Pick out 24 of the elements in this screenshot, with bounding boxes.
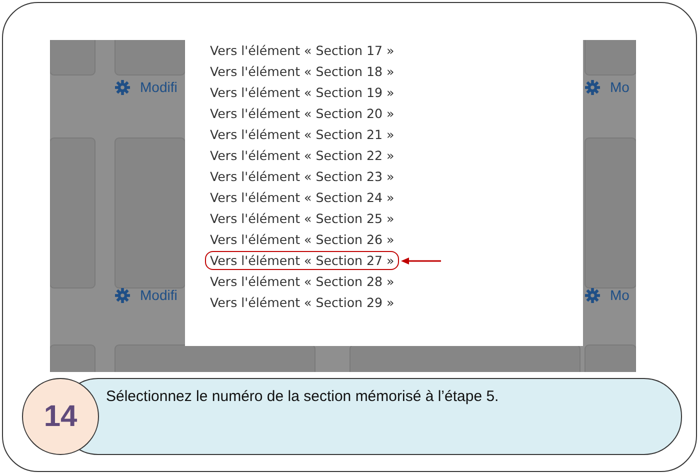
menu-item[interactable]: Vers l'élément « Section 25 » bbox=[205, 209, 400, 228]
arrow-icon bbox=[401, 256, 442, 266]
card-placeholder bbox=[50, 40, 96, 76]
menu-item[interactable]: Vers l'élément « Section 27 » bbox=[205, 251, 400, 270]
menu-item[interactable]: Vers l'élément « Section 17 » bbox=[205, 41, 400, 60]
card-placeholder bbox=[584, 40, 636, 76]
menu-item[interactable]: Vers l'élément « Section 20 » bbox=[205, 104, 400, 123]
instruction-text: Sélectionnez le numéro de la section mémorisé à l’étape 5. bbox=[106, 387, 500, 407]
menu-item[interactable]: Vers l'élément « Section 26 » bbox=[205, 230, 400, 249]
menu-item[interactable]: Vers l'élément « Section 22 » bbox=[205, 146, 400, 165]
card-placeholder bbox=[114, 40, 186, 76]
gear-icon bbox=[585, 288, 600, 303]
menu-item[interactable]: Vers l'élément « Section 24 » bbox=[205, 188, 400, 207]
menu-item[interactable]: Vers l'élément « Section 23 » bbox=[205, 167, 400, 186]
card-placeholder bbox=[50, 344, 96, 372]
menu-item[interactable]: Vers l'élément « Section 29 » bbox=[205, 293, 400, 312]
gear-icon bbox=[115, 80, 130, 95]
gear-icon bbox=[115, 288, 130, 303]
menu-item[interactable]: Vers l'élément « Section 18 » bbox=[205, 62, 400, 81]
menu-item[interactable]: Vers l'élément « Section 19 » bbox=[205, 83, 400, 102]
menu-item[interactable]: Vers l'élément « Section 21 » bbox=[205, 125, 400, 144]
gear-icon bbox=[585, 80, 600, 95]
card-placeholder bbox=[584, 344, 636, 372]
menu-item[interactable]: Vers l'élément « Section 28 » bbox=[205, 272, 400, 291]
